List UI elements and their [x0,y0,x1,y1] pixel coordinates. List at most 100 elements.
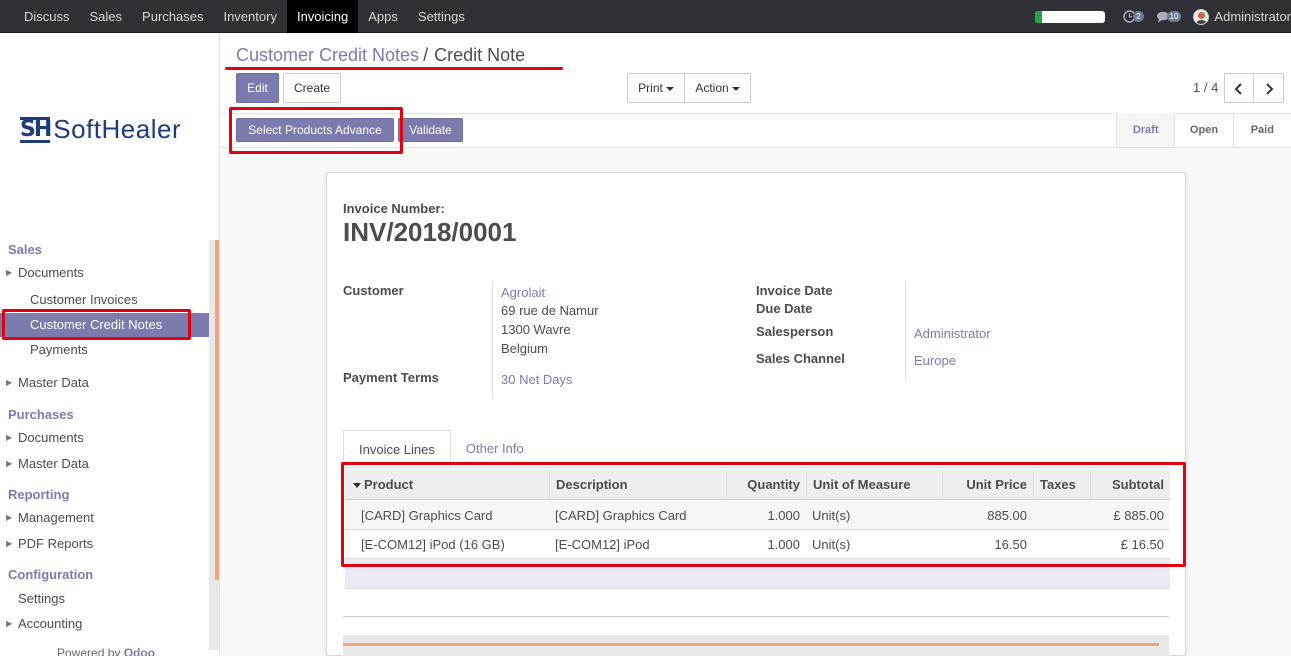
sidebar-item-customer-credit-notes[interactable]: Customer Credit Notes [0,313,209,337]
avatar[interactable] [1193,8,1210,25]
column-subtotal[interactable]: Subtotal [1090,470,1170,500]
invoice-number-label: Invoice Number: [343,201,445,216]
logo-name: SoftHealer [53,114,182,144]
status-draft[interactable]: Draft [1116,113,1175,147]
company-logo: SH SoftHealer [20,114,181,145]
caret-right-icon: ▶ [6,459,13,468]
pager-next-button[interactable] [1253,73,1284,103]
breadcrumb: Customer Credit Notes / Credit Note [236,45,525,66]
sidebar-scroll-thumb[interactable] [215,240,219,580]
caret-right-icon: ▶ [6,378,13,387]
sidebar-item-label: Payments [30,342,88,357]
sidebar-section-sales: Sales [8,242,42,257]
menu-discuss[interactable]: Discuss [14,0,80,33]
menu-purchases[interactable]: Purchases [132,0,213,33]
column-unit-price[interactable]: Unit Price [942,470,1033,500]
sidebar-section-reporting: Reporting [8,487,70,502]
sidebar-item-accounting[interactable]: ▶ Accounting [0,612,209,636]
sidebar-item-label: Accounting [18,616,83,631]
sidebar-item-customer-invoices[interactable]: Customer Invoices [0,288,209,312]
customer-link[interactable]: Agrolait [501,285,545,300]
cell-subtotal: £ 16.50 [1120,537,1164,552]
sidebar-item-documents[interactable]: ▶ Documents [0,261,209,285]
payment-terms-link[interactable]: 30 Net Days [501,372,573,387]
validate-button[interactable]: Validate [398,118,463,142]
sidebar-item-payments[interactable]: Payments [0,338,209,362]
column-product[interactable]: Product [345,470,550,500]
sidebar-item-purchase-documents[interactable]: ▶ Documents [0,426,209,450]
menu-sales[interactable]: Sales [80,0,133,33]
chevron-left-icon [1234,83,1242,95]
print-label: Print [638,81,663,95]
column-taxes[interactable]: Taxes [1033,470,1090,500]
caret-right-icon: ▶ [6,539,13,548]
sidebar-item-settings[interactable]: Settings [0,587,209,611]
pager-previous-button[interactable] [1224,73,1254,103]
breadcrumb-current: Credit Note [434,45,526,65]
cell-taxes [1033,501,1090,530]
sidebar-item-label: PDF Reports [18,536,94,551]
edit-button[interactable]: Edit [236,73,279,103]
caret-right-icon: ▶ [6,268,13,277]
powered-by: Powered by Odoo [57,646,155,656]
sidebar-section-configuration: Configuration [8,567,94,582]
cell-product: [CARD] Graphics Card [361,508,493,523]
sidebar-item-label: Master Data [18,456,89,471]
progress-fill [1035,10,1043,23]
select-products-advance-button[interactable]: Select Products Advance [236,118,394,142]
menu-inventory[interactable]: Inventory [213,0,286,33]
sidebar-item-management[interactable]: ▶ Management [0,506,209,530]
payment-terms-label: Payment Terms [343,370,439,385]
cell-taxes [1033,530,1090,559]
breadcrumb-parent[interactable]: Customer Credit Notes [236,45,419,65]
action-dropdown[interactable]: Action [684,73,751,103]
notebook-tabs: Invoice Lines Other Info [343,430,539,468]
sidebar-item-label: Master Data [18,375,89,390]
print-dropdown[interactable]: Print [627,73,685,103]
tab-other-info[interactable]: Other Info [451,430,539,468]
status-open[interactable]: Open [1174,113,1232,147]
app-menu: Discuss Sales Purchases Inventory Invoic… [14,0,475,33]
logo-mark: SH [20,116,52,143]
sidebar-item-master-data[interactable]: ▶ Master Data [0,371,209,395]
tab-invoice-lines[interactable]: Invoice Lines [343,430,451,468]
sidebar-section-purchases: Purchases [8,407,74,422]
create-button[interactable]: Create [283,73,341,103]
caret-right-icon: ▶ [6,619,13,628]
status-paid[interactable]: Paid [1232,113,1291,147]
cell-description: [CARD] Graphics Card [555,508,687,523]
sidebar-item-pdf-reports[interactable]: ▶ PDF Reports [0,532,209,556]
column-unit-of-measure[interactable]: Unit of Measure [806,470,942,500]
menu-apps[interactable]: Apps [358,0,408,33]
field-divider [905,281,906,379]
sidebar-item-label: Customer Invoices [30,292,138,307]
menu-settings[interactable]: Settings [408,0,475,33]
top-navbar: Discuss Sales Purchases Inventory Invoic… [0,0,1291,33]
breadcrumb-separator: / [423,45,429,65]
activity-menu[interactable]: 2 [1123,10,1144,23]
cell-uom: Unit(s) [812,537,851,552]
status-bar: Draft Open Paid [1116,113,1291,147]
salesperson-link[interactable]: Administrator [914,326,991,341]
cell-uom: Unit(s) [812,508,851,523]
table-row[interactable]: [E-COM12] iPod (16 GB) [E-COM12] iPod 1.… [345,530,1170,559]
table-footer [345,559,1170,589]
planner-progress[interactable] [1035,10,1106,23]
customer-address-street: 69 rue de Namur [501,303,599,318]
menu-invoicing[interactable]: Invoicing [286,0,359,33]
powered-brand-link[interactable]: Odoo [124,646,155,656]
user-menu[interactable]: Administrator [1214,9,1291,24]
table-row[interactable]: [CARD] Graphics Card [CARD] Graphics Car… [345,501,1170,530]
sales-channel-link[interactable]: Europe [914,353,956,368]
annotation-underline [225,67,563,70]
sales-channel-label: Sales Channel [756,351,845,366]
messaging-menu[interactable]: 10 [1156,11,1182,23]
column-description[interactable]: Description [549,470,726,500]
cell-quantity: 1.000 [767,537,800,552]
cell-product: [E-COM12] iPod (16 GB) [361,537,505,552]
salesperson-label: Salesperson [756,324,834,339]
caret-right-icon: ▶ [6,513,13,522]
messages-count-badge: 10 [1166,11,1182,22]
column-quantity[interactable]: Quantity [726,470,806,500]
sidebar-item-purchase-master-data[interactable]: ▶ Master Data [0,452,209,476]
